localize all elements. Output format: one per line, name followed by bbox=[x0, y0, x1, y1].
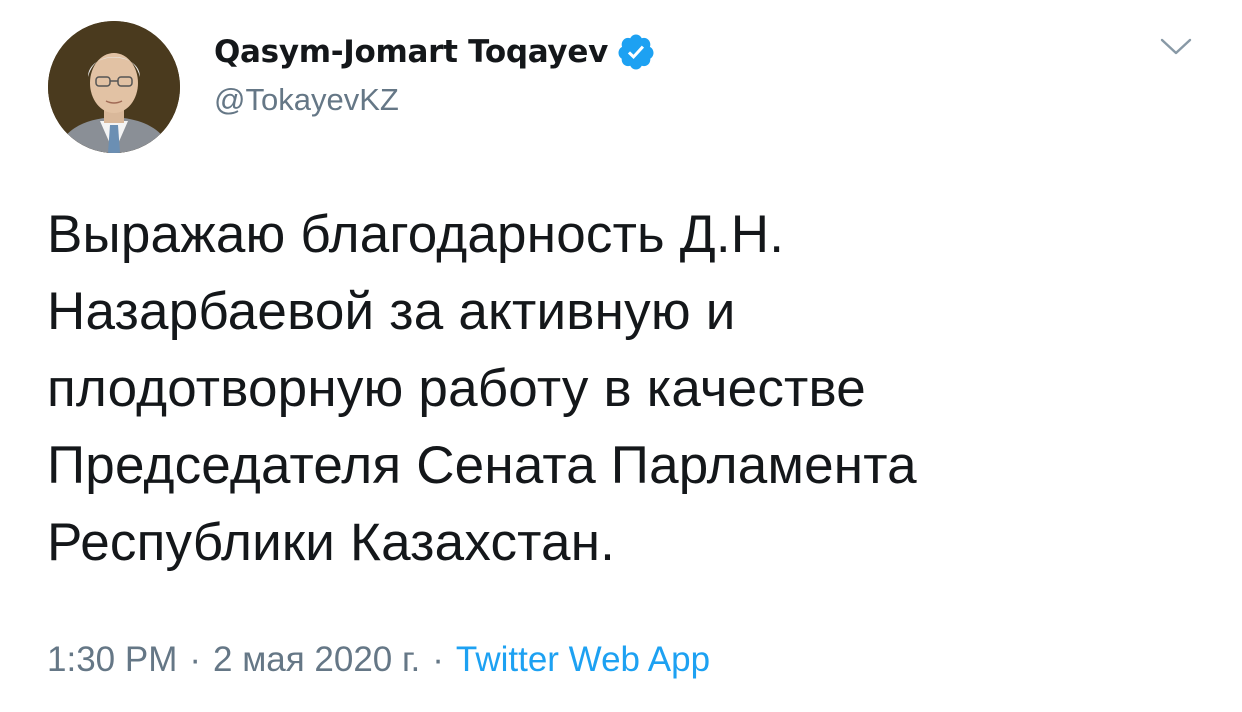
tweet-header: Qasym-Jomart Toqayev @TokayevKZ bbox=[214, 30, 656, 118]
author-name[interactable]: Qasym-Jomart Toqayev bbox=[214, 34, 608, 70]
profile-photo-icon bbox=[48, 21, 180, 153]
tweet-date[interactable]: 2 мая 2020 г. bbox=[213, 640, 420, 680]
author-row: Qasym-Jomart Toqayev bbox=[214, 30, 656, 74]
tweet-text: Выражаю благодарность Д.Н. Назарбаевой з… bbox=[47, 205, 917, 572]
tweet-source-link[interactable]: Twitter Web App bbox=[456, 640, 710, 680]
meta-separator: · bbox=[189, 640, 202, 679]
author-handle[interactable]: @TokayevKZ bbox=[214, 82, 656, 118]
chevron-down-icon[interactable] bbox=[1158, 36, 1194, 58]
tweet-card: Qasym-Jomart Toqayev @TokayevKZ Выражаю … bbox=[0, 0, 1242, 712]
tweet-time[interactable]: 1:30 PM bbox=[47, 640, 177, 680]
verified-badge-icon bbox=[618, 34, 654, 70]
tweet-meta: 1:30 PM · 2 мая 2020 г. · Twitter Web Ap… bbox=[47, 640, 710, 680]
avatar[interactable] bbox=[48, 21, 180, 153]
meta-separator: · bbox=[432, 640, 444, 679]
